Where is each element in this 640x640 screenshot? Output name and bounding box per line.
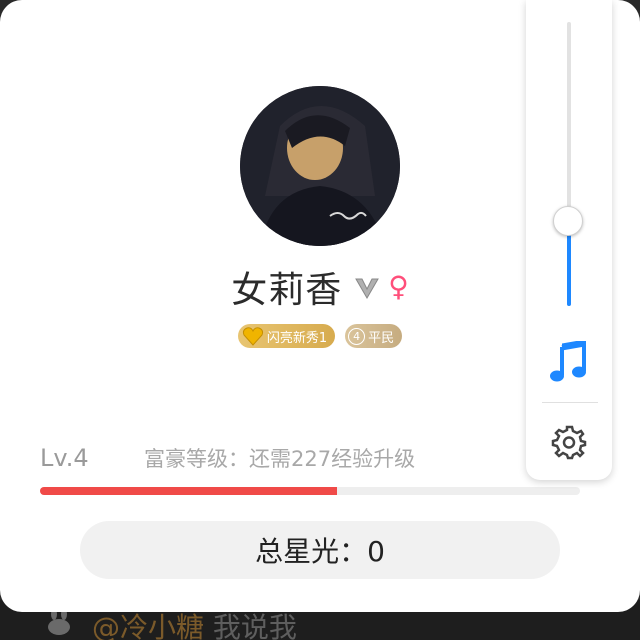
level-label: Lv.4 [40,444,89,472]
music-note-icon[interactable] [548,341,588,383]
honor-badge-label: 闪亮新秀1 [266,330,328,346]
rank-number: 4 [348,327,366,345]
panel-divider [542,402,598,403]
total-stars: 总星光：0 [80,521,560,579]
female-gender-icon: ♀ [388,270,409,303]
level-row: Lv.4 富豪等级：还需227经验升级 [40,438,600,478]
chat-username: @冷小糖 [92,611,205,640]
honor-badge[interactable]: 闪亮新秀1 [237,324,336,348]
rank-badge[interactable]: 4 平民 [345,324,403,348]
gear-icon[interactable] [551,424,587,460]
verified-v-icon [355,278,380,299]
heart-icon [242,327,263,346]
rank-badge-label: 平民 [368,330,395,346]
level-hint: 富豪等级：还需227经验升级 [144,447,416,471]
user-name: 女莉香 [231,270,343,311]
level-progress-bar [40,487,580,495]
volume-slider-knob[interactable] [553,205,583,236]
bunny-icon [48,608,70,635]
avatar[interactable] [240,86,400,246]
avatar-photo [240,86,400,246]
volume-slider[interactable] [567,22,571,306]
chat-text: 我说我 [212,611,297,640]
level-progress-fill [40,487,337,495]
